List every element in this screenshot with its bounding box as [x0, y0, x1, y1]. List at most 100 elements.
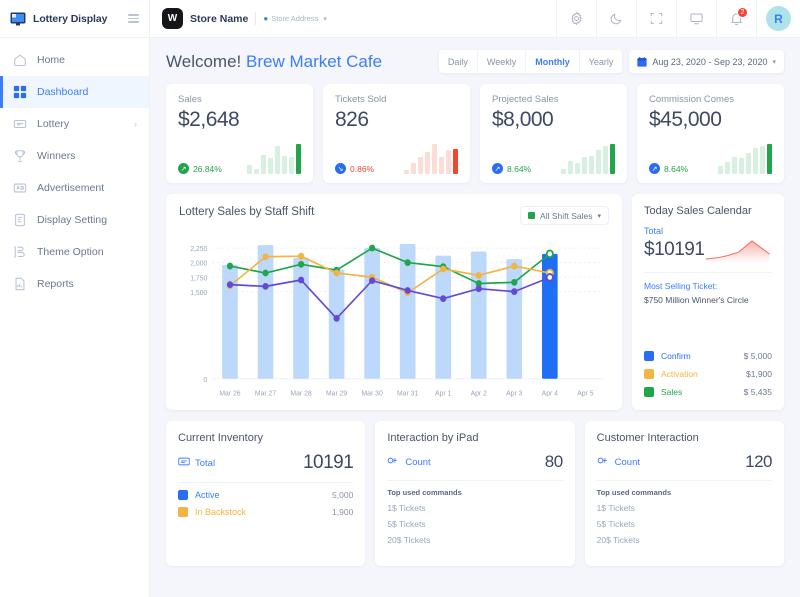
sparkline-bar: [404, 170, 409, 174]
store-selector[interactable]: W Store Name ● Store Address ▾: [150, 8, 339, 29]
stat-card-tickets-sold: Tickets Sold 826 ↘ 0.86%: [323, 84, 470, 183]
trend-up-icon: ↗: [178, 163, 189, 174]
most-selling-ticket-label: Most Selling Ticket:: [644, 281, 718, 291]
customer-count-row: Count 120: [597, 452, 772, 472]
main-area: W Store Name ● Store Address ▾ 2 R Welco…: [150, 0, 800, 597]
trophy-icon: [12, 149, 27, 164]
store-address-label: Store Address: [271, 14, 319, 23]
command-icon: [387, 455, 400, 469]
svg-text:1,750: 1,750: [190, 274, 207, 282]
range-monthly[interactable]: Monthly: [526, 50, 580, 73]
sparkline-bars: [718, 142, 772, 174]
fullscreen-icon[interactable]: [636, 0, 676, 38]
sparkline-bar: [746, 153, 751, 174]
sparkline-bar: [561, 169, 566, 174]
dashboard-content: Welcome! Brew Market Cafe Daily Weekly M…: [150, 38, 800, 597]
range-yearly[interactable]: Yearly: [580, 50, 623, 73]
moon-icon[interactable]: [596, 0, 636, 38]
sidebar-item-label: Reports: [37, 278, 74, 290]
svg-text:0: 0: [204, 376, 208, 384]
sparkline-bar: [453, 149, 458, 174]
calendar-total-row: $10191: [644, 237, 772, 263]
svg-text:Apr 1: Apr 1: [435, 389, 451, 397]
trend-down-icon: ↘: [335, 163, 346, 174]
page-title: Welcome! Brew Market Cafe: [166, 52, 382, 72]
sidebar-nav: Home Dashboard Lottery › Winners Adverti…: [0, 38, 149, 300]
sparkline-bar: [289, 156, 294, 174]
customer-count-value: 120: [745, 452, 772, 471]
avatar: R: [766, 6, 791, 31]
inventory-row-label: In Backstock: [195, 507, 247, 517]
calendar-total-label: Total: [644, 226, 664, 236]
sparkline-bar: [732, 157, 737, 174]
svg-text:Apr 2: Apr 2: [471, 389, 487, 397]
sparkline-bar: [247, 165, 252, 174]
inventory-total-value: 10191: [302, 452, 354, 473]
store-name: Store Name: [190, 12, 249, 25]
date-range-picker[interactable]: Aug 23, 2020 - Sep 23, 2020 ▾: [629, 50, 784, 73]
inventory-row-label: Active: [195, 490, 220, 500]
sparkline-bar: [411, 163, 416, 174]
inventory-row-amount: 1,900: [332, 507, 354, 517]
monitor-icon[interactable]: [676, 0, 716, 38]
stat-label: Tickets Sold: [335, 94, 387, 105]
sidebar-item-lottery[interactable]: Lottery ›: [0, 108, 149, 140]
sidebar-item-winners[interactable]: Winners: [0, 140, 149, 172]
store-address[interactable]: ● Store Address ▾: [263, 14, 326, 23]
sparkline-bar: [446, 149, 451, 174]
svg-text:Mar 27: Mar 27: [255, 389, 276, 397]
stat-card-commission-comes: Commission Comes $45,000 ↗ 8.64%: [637, 84, 784, 183]
sidebar-item-display-setting[interactable]: Display Setting: [0, 204, 149, 236]
trend-value: 8.64%: [664, 163, 689, 174]
stat-label: Sales: [178, 94, 202, 105]
trend-up-icon: ↗: [492, 163, 503, 174]
sidebar-item-advertisement[interactable]: Advertisement: [0, 172, 149, 204]
svg-text:Mar 26: Mar 26: [219, 389, 240, 397]
interaction-by-ipad-card: Interaction by iPad Count 80 Top used co…: [375, 421, 575, 566]
sidebar-item-label: Home: [37, 54, 66, 66]
sidebar-item-home[interactable]: Home: [0, 44, 149, 76]
avatar-container[interactable]: R: [756, 0, 800, 38]
sidebar-item-theme-option[interactable]: Theme Option: [0, 236, 149, 268]
svg-text:Mar 28: Mar 28: [290, 389, 311, 397]
chevron-down-icon: ▾: [323, 15, 327, 23]
svg-text:Mar 29: Mar 29: [326, 389, 347, 397]
range-daily[interactable]: Daily: [439, 50, 478, 73]
svg-text:Apr 5: Apr 5: [577, 389, 593, 397]
stat-label: Commission Comes: [649, 94, 734, 105]
divider: [255, 12, 257, 25]
stat-value: $45,000: [649, 108, 722, 131]
list-item: 20$ Tickets: [596, 535, 640, 545]
legend-row-activation: Activation $1,900: [644, 369, 772, 379]
divider: [387, 480, 563, 481]
divider: [644, 272, 772, 273]
legend-row-sales: Sales $ 5,435: [644, 387, 772, 397]
inventory-breakdown: Active 5,000 In Backstock 1,900: [178, 490, 353, 517]
sparkline-bar: [589, 155, 594, 174]
customer-commands-subtitle: Top used commands: [596, 488, 672, 497]
svg-text:2,000: 2,000: [190, 260, 207, 268]
legend-swatch: [178, 507, 188, 517]
gear-icon[interactable]: [556, 0, 596, 38]
today-sales-calendar-card: Today Sales Calendar Total $10191 Most S…: [632, 194, 784, 410]
shift-filter-dropdown[interactable]: All Shift Sales ▾: [520, 206, 609, 225]
sparkline-bar: [282, 155, 287, 174]
lottery-sales-chart-card: Lottery Sales by Staff Shift All Shift S…: [166, 194, 622, 410]
range-weekly[interactable]: Weekly: [478, 50, 527, 73]
legend-swatch: [644, 351, 654, 361]
sparkline-bar: [439, 156, 444, 174]
theme-option-icon: [12, 245, 27, 260]
bell-icon[interactable]: 2: [716, 0, 756, 38]
location-pin-icon: ●: [263, 14, 269, 23]
stat-cards: Sales $2,648 ↗ 26.84% Tickets Sold 826 ↘…: [166, 84, 784, 183]
ipad-count-label-group: Count: [387, 455, 431, 469]
legend-amount: $1,900: [746, 369, 772, 379]
sidebar-toggle-icon[interactable]: [128, 14, 139, 23]
sparkline-bar: [575, 163, 580, 174]
sidebar-item-reports[interactable]: Reports: [0, 268, 149, 300]
date-range-label: Aug 23, 2020 - Sep 23, 2020: [652, 56, 768, 67]
sidebar-item-dashboard[interactable]: Dashboard: [0, 76, 149, 108]
card-title: Customer Interaction: [596, 432, 699, 444]
trend-value: 0.86%: [350, 163, 375, 174]
stat-footer: ↗ 8.64%: [649, 142, 772, 174]
